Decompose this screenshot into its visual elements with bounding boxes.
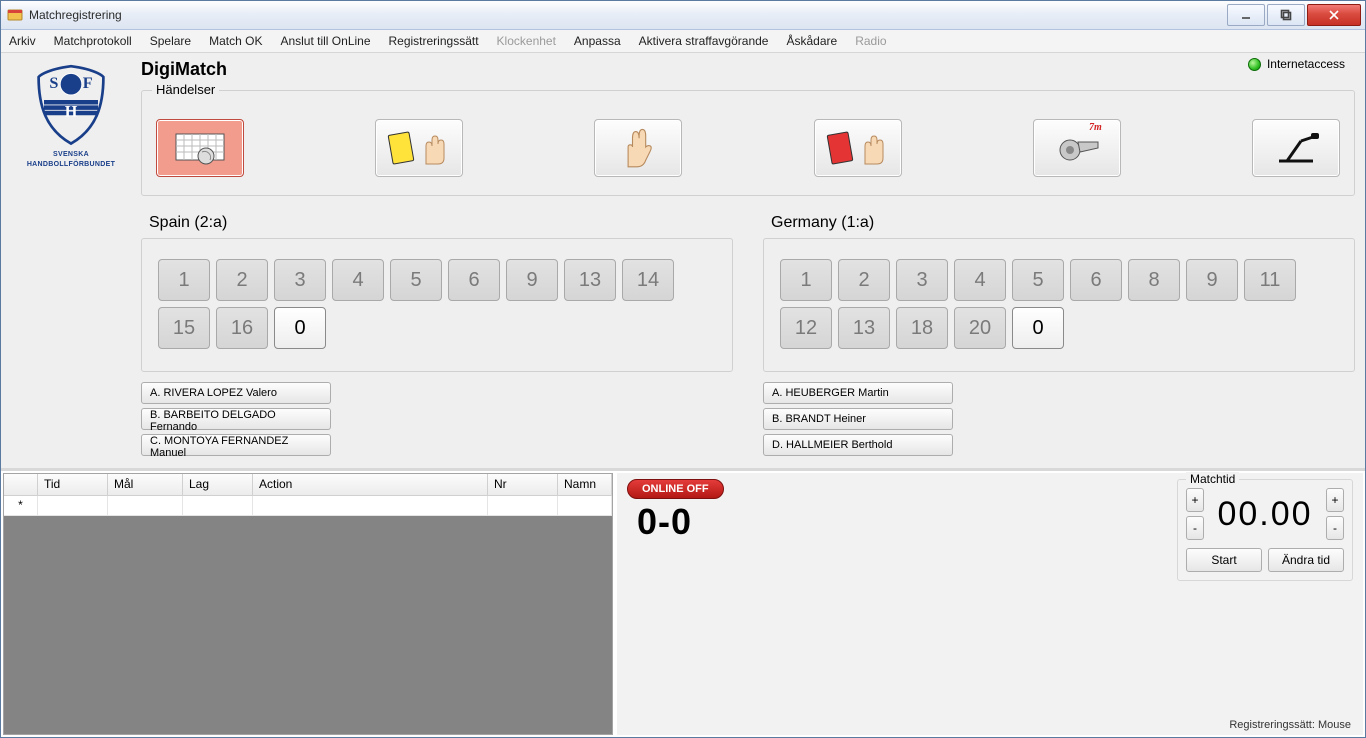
event-log: Tid Mål Lag Action Nr Namn * bbox=[3, 473, 613, 735]
player-away-13[interactable]: 13 bbox=[838, 307, 890, 349]
menu--sk-dare[interactable]: Åskådare bbox=[786, 34, 837, 48]
menu-aktivera-straffavg-rande[interactable]: Aktivera straffavgörande bbox=[639, 34, 769, 48]
player-home-3[interactable]: 3 bbox=[274, 259, 326, 301]
player-away-9[interactable]: 9 bbox=[1186, 259, 1238, 301]
time-plus-left-button[interactable]: + bbox=[1186, 488, 1204, 512]
log-col-nr[interactable]: Nr bbox=[488, 474, 558, 496]
match-time-label: Matchtid bbox=[1186, 472, 1239, 486]
red-card-icon bbox=[829, 130, 887, 166]
player-away-11[interactable]: 11 bbox=[1244, 259, 1296, 301]
event-other-button[interactable] bbox=[1252, 119, 1340, 177]
official-home-0[interactable]: A. RIVERA LOPEZ Valero bbox=[141, 382, 331, 404]
player-away-20[interactable]: 20 bbox=[954, 307, 1006, 349]
window-title: Matchregistrering bbox=[29, 8, 122, 22]
log-col-namn[interactable]: Namn bbox=[558, 474, 612, 496]
player-away-3[interactable]: 3 bbox=[896, 259, 948, 301]
seven-m-label: 7m bbox=[1089, 122, 1102, 133]
player-away-1[interactable]: 1 bbox=[780, 259, 832, 301]
log-col-row[interactable] bbox=[4, 474, 38, 496]
official-home-1[interactable]: B. BARBEITO DELGADO Fernando bbox=[141, 408, 331, 430]
time-plus-right-button[interactable]: + bbox=[1326, 488, 1344, 512]
player-home-9[interactable]: 9 bbox=[506, 259, 558, 301]
title-bar: Matchregistrering bbox=[1, 1, 1365, 30]
event-two-min-button[interactable] bbox=[594, 119, 682, 177]
two-minute-icon bbox=[620, 125, 656, 172]
close-button[interactable] bbox=[1307, 4, 1361, 26]
match-time-group: Matchtid + - 00.00 + - Start Ändra tid bbox=[1177, 479, 1353, 581]
team-away: Germany (1:a) 1234568911121318200 A. HEU… bbox=[763, 206, 1355, 456]
log-col-mal[interactable]: Mål bbox=[108, 474, 183, 496]
svg-text:F: F bbox=[83, 74, 93, 92]
event-red-card-button[interactable] bbox=[814, 119, 902, 177]
goal-icon bbox=[172, 130, 228, 166]
match-clock: 00.00 bbox=[1210, 495, 1320, 534]
federation-logo: S F H bbox=[26, 59, 116, 149]
team-home-name: Spain (2:a) bbox=[149, 214, 733, 232]
logo-text-2: HANDBOLLFÖRBUNDET bbox=[11, 161, 131, 169]
official-away-1[interactable]: B. BRANDT Heiner bbox=[763, 408, 953, 430]
official-away-2[interactable]: D. HALLMEIER Berthold bbox=[763, 434, 953, 456]
svg-text:H: H bbox=[65, 103, 78, 121]
menu-arkiv[interactable]: Arkiv bbox=[9, 34, 36, 48]
maximize-button[interactable] bbox=[1267, 4, 1305, 26]
menu-radio: Radio bbox=[855, 34, 886, 48]
player-home-14[interactable]: 14 bbox=[622, 259, 674, 301]
log-row-new[interactable]: * bbox=[4, 496, 612, 516]
time-minus-left-button[interactable]: - bbox=[1186, 516, 1204, 540]
player-away-5[interactable]: 5 bbox=[1012, 259, 1064, 301]
whistle-icon bbox=[1052, 132, 1102, 165]
menu-matchprotokoll[interactable]: Matchprotokoll bbox=[54, 34, 132, 48]
event-seven-m-button[interactable]: 7m bbox=[1033, 119, 1121, 177]
team-away-name: Germany (1:a) bbox=[771, 214, 1355, 232]
internet-status-icon bbox=[1248, 58, 1261, 71]
app-icon bbox=[7, 7, 23, 23]
mic-icon bbox=[1273, 131, 1319, 166]
player-away-6[interactable]: 6 bbox=[1070, 259, 1122, 301]
events-group-label: Händelser bbox=[152, 82, 219, 97]
player-home-13[interactable]: 13 bbox=[564, 259, 616, 301]
logo-text-1: SVENSKA bbox=[11, 151, 131, 159]
change-time-button[interactable]: Ändra tid bbox=[1268, 548, 1344, 572]
minimize-button[interactable] bbox=[1227, 4, 1265, 26]
player-away-12[interactable]: 12 bbox=[780, 307, 832, 349]
start-button[interactable]: Start bbox=[1186, 548, 1262, 572]
menu-spelare[interactable]: Spelare bbox=[150, 34, 191, 48]
menu-registreringss-tt[interactable]: Registreringssätt bbox=[389, 34, 479, 48]
menu-bar: Arkiv Matchprotokoll Spelare Match OK Anslut… bbox=[1, 30, 1365, 53]
log-col-tid[interactable]: Tid bbox=[38, 474, 108, 496]
menu-klockenhet: Klockenhet bbox=[497, 34, 556, 48]
registration-mode-label: Registreringssätt: Mouse bbox=[1229, 719, 1351, 731]
player-away-0[interactable]: 0 bbox=[1012, 307, 1064, 349]
player-home-16[interactable]: 16 bbox=[216, 307, 268, 349]
internet-status-label: Internetaccess bbox=[1267, 57, 1345, 71]
log-col-lag[interactable]: Lag bbox=[183, 474, 253, 496]
player-home-1[interactable]: 1 bbox=[158, 259, 210, 301]
official-away-0[interactable]: A. HEUBERGER Martin bbox=[763, 382, 953, 404]
player-away-2[interactable]: 2 bbox=[838, 259, 890, 301]
team-home: Spain (2:a) 12345691314 15160 A. RIVERA L… bbox=[141, 206, 733, 456]
official-home-2[interactable]: C. MONTOYA FERNANDEZ Manuel bbox=[141, 434, 331, 456]
player-home-0[interactable]: 0 bbox=[274, 307, 326, 349]
player-away-4[interactable]: 4 bbox=[954, 259, 1006, 301]
events-group: Händelser bbox=[141, 90, 1355, 196]
player-away-18[interactable]: 18 bbox=[896, 307, 948, 349]
menu-anslut-till-online[interactable]: Anslut till OnLine bbox=[280, 34, 370, 48]
app-title: DigiMatch bbox=[141, 53, 1355, 90]
menu-match-ok[interactable]: Match OK bbox=[209, 34, 262, 48]
log-new-row-star: * bbox=[4, 496, 38, 516]
event-goal-button[interactable] bbox=[156, 119, 244, 177]
event-yellow-card-button[interactable] bbox=[375, 119, 463, 177]
log-col-action[interactable]: Action bbox=[253, 474, 488, 496]
time-minus-right-button[interactable]: - bbox=[1326, 516, 1344, 540]
svg-text:S: S bbox=[49, 74, 58, 92]
player-away-8[interactable]: 8 bbox=[1128, 259, 1180, 301]
player-home-6[interactable]: 6 bbox=[448, 259, 500, 301]
player-home-2[interactable]: 2 bbox=[216, 259, 268, 301]
player-home-5[interactable]: 5 bbox=[390, 259, 442, 301]
player-home-4[interactable]: 4 bbox=[332, 259, 384, 301]
menu-anpassa[interactable]: Anpassa bbox=[574, 34, 621, 48]
online-status-pill[interactable]: ONLINE OFF bbox=[627, 479, 724, 499]
yellow-card-icon bbox=[390, 130, 448, 166]
player-home-15[interactable]: 15 bbox=[158, 307, 210, 349]
